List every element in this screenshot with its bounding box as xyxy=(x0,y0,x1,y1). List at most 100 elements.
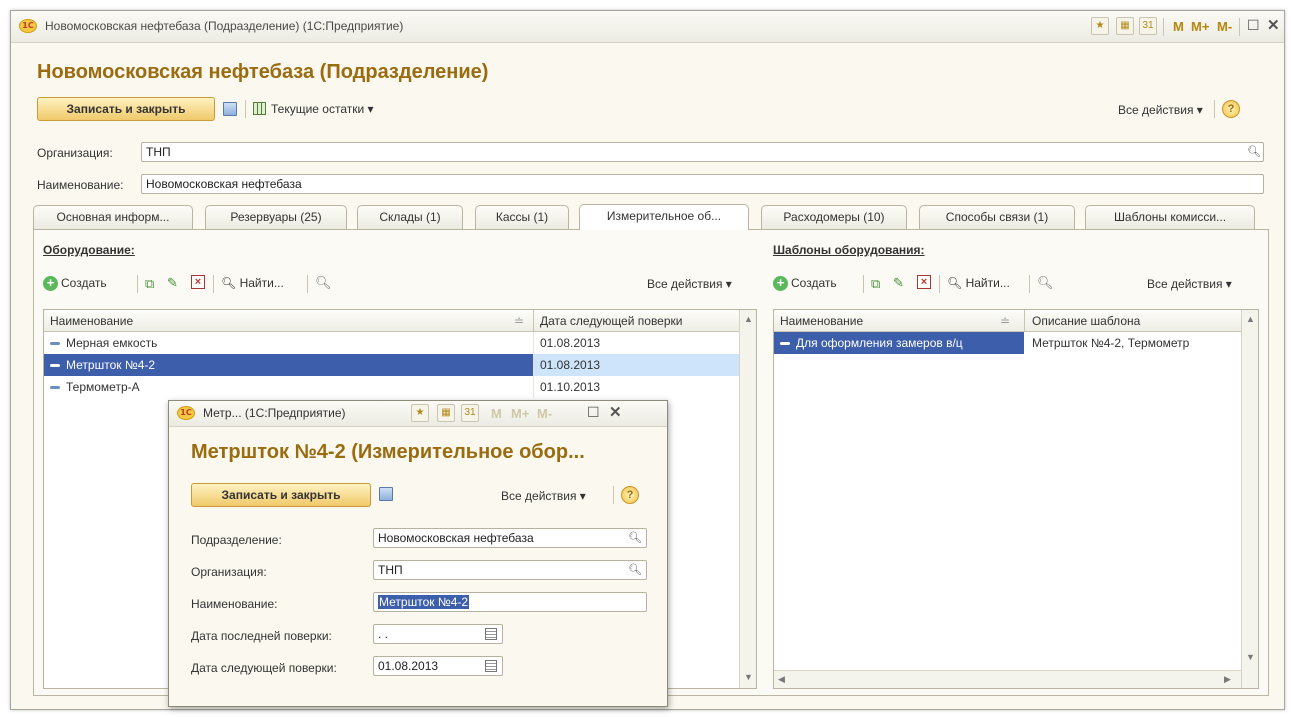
tab-cash[interactable]: Кассы (1) xyxy=(475,205,569,229)
dialog-save-close-button[interactable]: Записать и закрыть xyxy=(191,483,371,507)
find-label: Найти... xyxy=(239,276,284,290)
calendar-icon[interactable] xyxy=(485,628,497,640)
column-divider xyxy=(533,310,534,331)
vertical-scrollbar[interactable]: ▲ ▼ xyxy=(1241,310,1258,688)
scroll-down-icon[interactable]: ▼ xyxy=(740,672,757,682)
delete-icon[interactable]: × xyxy=(191,275,205,289)
table-row-selected[interactable]: Для оформления замеров в/ц Метршток №4-2… xyxy=(774,332,1241,354)
next-check-field[interactable]: 01.08.2013 xyxy=(373,656,503,676)
item-icon xyxy=(780,342,790,346)
copy-icon[interactable]: ⧉ xyxy=(871,276,880,292)
column-name[interactable]: Наименование xyxy=(780,310,863,331)
memory-m-minus-button[interactable]: M- xyxy=(537,406,552,421)
org-label: Организация: xyxy=(37,146,113,160)
favorites-icon[interactable]: ★ xyxy=(411,404,429,422)
current-balances-button[interactable]: Текущие остатки ▾ xyxy=(271,102,374,116)
org-value: ТНП xyxy=(146,145,171,159)
help-icon[interactable]: ? xyxy=(621,486,639,504)
table-row[interactable]: Мерная емкость 01.08.2013 xyxy=(44,332,739,354)
org-label: Организация: xyxy=(191,565,267,579)
equipment-all-actions-menu[interactable]: Все действия ▾ xyxy=(647,277,732,291)
next-check-value: 01.08.2013 xyxy=(378,659,439,673)
search-icon[interactable]: 🔍︎ xyxy=(627,562,643,578)
column-name[interactable]: Наименование xyxy=(50,310,133,331)
name-field[interactable]: Метршток №4-2 xyxy=(373,592,647,612)
scroll-down-icon[interactable]: ▼ xyxy=(1242,652,1259,662)
separator xyxy=(1239,18,1240,36)
delete-icon[interactable]: × xyxy=(917,275,931,289)
sort-icon[interactable]: ≐ xyxy=(1000,310,1010,331)
create-icon[interactable]: + xyxy=(43,276,58,291)
all-actions-menu[interactable]: Все действия ▾ xyxy=(1118,103,1203,117)
calculator-icon[interactable]: ▦ xyxy=(437,404,455,422)
item-icon xyxy=(50,364,60,368)
favorites-icon[interactable]: ★ xyxy=(1091,17,1109,35)
cancel-search-icon[interactable]: 🔍︎ xyxy=(1037,275,1054,291)
dialog-all-actions-menu[interactable]: Все действия ▾ xyxy=(501,489,586,503)
name-field[interactable]: Новомосковская нефтебаза xyxy=(141,174,1264,194)
column-divider xyxy=(1024,310,1025,331)
memory-m-plus-button[interactable]: M+ xyxy=(511,406,529,421)
save-icon[interactable] xyxy=(379,487,393,501)
column-template-description[interactable]: Описание шаблона xyxy=(1032,310,1140,331)
memory-m-minus-button[interactable]: M- xyxy=(1217,19,1232,34)
memory-m-plus-button[interactable]: M+ xyxy=(1191,19,1209,34)
table-row-selected[interactable]: Метршток №4-2 01.08.2013 xyxy=(44,354,739,376)
maximize-icon[interactable]: ☐ xyxy=(587,404,600,421)
calculator-icon[interactable]: ▦ xyxy=(1116,17,1134,35)
templates-find-button[interactable]: 🔍︎ Найти... xyxy=(947,276,1010,290)
memory-m-button[interactable]: M xyxy=(491,406,502,421)
column-next-check-date[interactable]: Дата следующей поверки xyxy=(540,310,682,331)
close-icon[interactable]: ✕ xyxy=(1267,16,1280,34)
create-icon[interactable]: + xyxy=(773,276,788,291)
find-button[interactable]: 🔍︎ Найти... xyxy=(221,276,284,290)
tab-flowmeters[interactable]: Расходомеры (10) xyxy=(761,205,907,229)
search-icon[interactable]: 🔍︎ xyxy=(1246,144,1262,160)
horizontal-scrollbar[interactable]: ◀ ▶ xyxy=(774,670,1241,688)
help-icon[interactable]: ? xyxy=(1222,100,1240,118)
search-icon[interactable]: 🔍︎ xyxy=(627,530,643,546)
cancel-search-icon[interactable]: 🔍︎ xyxy=(315,275,332,291)
copy-icon[interactable]: ⧉ xyxy=(145,276,154,292)
tab-warehouses[interactable]: Склады (1) xyxy=(357,205,463,229)
table-row[interactable]: Термометр-А 01.10.2013 xyxy=(44,376,739,398)
cell-description: Метршток №4-2, Термометр xyxy=(1032,336,1190,350)
name-value: Метршток №4-2 xyxy=(378,595,470,609)
save-close-button[interactable]: Записать и закрыть xyxy=(37,97,215,121)
division-field[interactable]: Новомосковская нефтебаза xyxy=(373,528,647,548)
scroll-up-icon[interactable]: ▲ xyxy=(1242,314,1259,324)
maximize-icon[interactable]: ☐ xyxy=(1247,17,1260,34)
item-icon xyxy=(50,386,60,390)
separator xyxy=(939,275,940,293)
scroll-left-icon[interactable]: ◀ xyxy=(778,674,785,685)
templates-create-button[interactable]: Создать xyxy=(791,276,837,290)
org-field[interactable]: ТНП xyxy=(373,560,647,580)
calendar-icon[interactable]: 31 xyxy=(461,404,479,422)
memory-m-button[interactable]: M xyxy=(1173,19,1184,34)
org-field[interactable]: ТНП xyxy=(141,142,1264,162)
separator xyxy=(307,275,308,293)
separator xyxy=(137,275,138,293)
tab-measuring-equipment[interactable]: Измерительное об... xyxy=(579,204,749,230)
1c-logo-icon: 1С xyxy=(19,19,37,33)
edit-icon[interactable]: ✎ xyxy=(893,275,904,291)
all-actions-label: Все действия xyxy=(1147,277,1223,291)
calendar-icon[interactable] xyxy=(485,660,497,672)
cell-date: 01.10.2013 xyxy=(540,380,601,394)
sort-icon[interactable]: ≐ xyxy=(514,310,524,331)
last-check-field[interactable]: . . xyxy=(373,624,503,644)
all-actions-label: Все действия xyxy=(1118,103,1194,117)
tab-reservoirs[interactable]: Резервуары (25) xyxy=(205,205,347,229)
tab-commission-templates[interactable]: Шаблоны комисси... xyxy=(1085,205,1255,229)
scroll-right-icon[interactable]: ▶ xyxy=(1224,674,1231,685)
edit-icon[interactable]: ✎ xyxy=(167,275,178,291)
create-button[interactable]: Создать xyxy=(61,276,107,290)
scroll-up-icon[interactable]: ▲ xyxy=(740,314,757,324)
tab-main-info[interactable]: Основная информ... xyxy=(33,205,193,229)
close-icon[interactable]: ✕ xyxy=(609,403,622,421)
templates-all-actions-menu[interactable]: Все действия ▾ xyxy=(1147,277,1232,291)
vertical-scrollbar[interactable]: ▲ ▼ xyxy=(739,310,756,688)
calendar-icon[interactable]: 31 xyxy=(1139,17,1157,35)
save-icon[interactable] xyxy=(223,102,237,116)
tab-contacts[interactable]: Способы связи (1) xyxy=(919,205,1075,229)
